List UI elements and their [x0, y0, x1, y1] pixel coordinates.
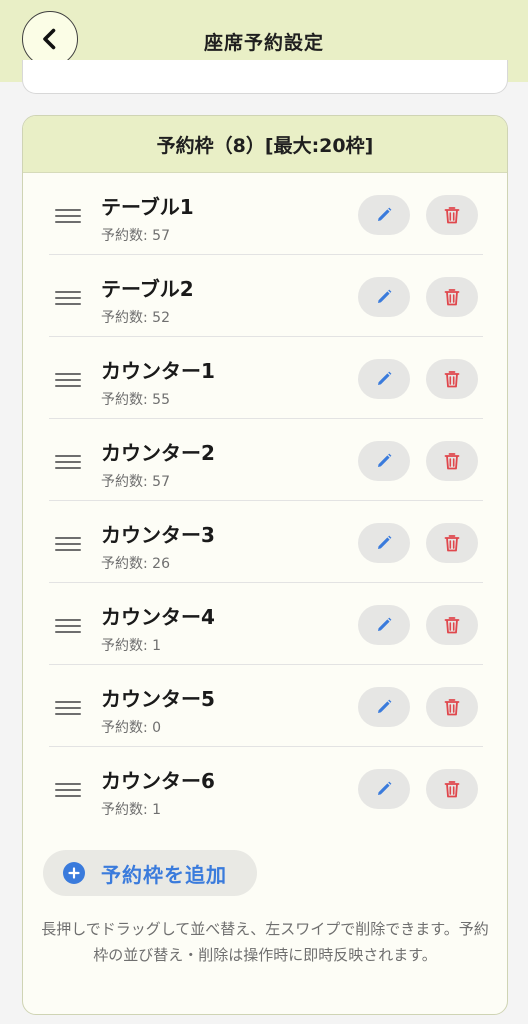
pencil-icon — [378, 289, 392, 303]
page-title: 座席予約設定 — [203, 32, 324, 54]
plus-circle-icon — [63, 862, 85, 884]
edit-slot-button[interactable] — [358, 605, 410, 645]
slot-row[interactable]: カウンター4 予約数: 1 — [49, 583, 483, 665]
slot-reservation-count: 予約数: 57 — [101, 228, 170, 244]
trash-icon — [444, 699, 460, 716]
slot-row[interactable]: カウンター5 予約数: 0 — [49, 665, 483, 747]
delete-slot-button[interactable] — [426, 195, 478, 235]
drag-handle-icon[interactable] — [55, 619, 81, 633]
slot-reservation-count: 予約数: 55 — [101, 392, 170, 408]
trash-icon — [444, 371, 460, 388]
slot-row[interactable]: カウンター2 予約数: 57 — [49, 419, 483, 501]
drag-handle-icon[interactable] — [55, 783, 81, 797]
slot-row[interactable]: カウンター1 予約数: 55 — [49, 337, 483, 419]
slot-reservation-count: 予約数: 57 — [101, 474, 170, 490]
pencil-icon — [378, 699, 392, 713]
drag-handle-icon[interactable] — [55, 209, 81, 223]
delete-slot-button[interactable] — [426, 523, 478, 563]
drag-handle-icon[interactable] — [55, 701, 81, 715]
edit-slot-button[interactable] — [358, 769, 410, 809]
pencil-icon — [378, 371, 392, 385]
edit-slot-button[interactable] — [358, 359, 410, 399]
trash-icon — [444, 617, 460, 634]
trash-icon — [444, 289, 460, 306]
previous-section-card — [22, 60, 508, 94]
help-text: 長押しでドラッグして並べ替え、左スワイプで削除できます。予約枠の並び替え・削除は… — [41, 920, 489, 964]
slot-row[interactable]: カウンター3 予約数: 26 — [49, 501, 483, 583]
slots-card: 予約枠（8）[最大:20枠] テーブル1 予約数: 57 テーブル2 予約数: … — [22, 115, 508, 1015]
slot-reservation-count: 予約数: 1 — [101, 638, 162, 654]
pencil-icon — [378, 535, 392, 549]
delete-slot-button[interactable] — [426, 605, 478, 645]
slot-reservation-count: 予約数: 26 — [101, 556, 170, 572]
trash-icon — [444, 535, 460, 552]
delete-slot-button[interactable] — [426, 687, 478, 727]
drag-handle-icon[interactable] — [55, 455, 81, 469]
delete-slot-button[interactable] — [426, 441, 478, 481]
slots-card-title: 予約枠（8）[最大:20枠] — [23, 116, 507, 173]
trash-icon — [444, 781, 460, 798]
drag-handle-icon[interactable] — [55, 537, 81, 551]
add-slot-label: 予約枠を追加 — [101, 862, 227, 887]
trash-icon — [444, 453, 460, 470]
slot-reservation-count: 予約数: 52 — [101, 310, 170, 326]
edit-slot-button[interactable] — [358, 523, 410, 563]
slot-name: カウンター2 — [101, 441, 215, 465]
slot-name: カウンター5 — [101, 687, 215, 711]
slot-name: カウンター4 — [101, 605, 215, 629]
slot-row[interactable]: テーブル2 予約数: 52 — [49, 255, 483, 337]
delete-slot-button[interactable] — [426, 769, 478, 809]
slot-row[interactable]: テーブル1 予約数: 57 — [49, 173, 483, 255]
delete-slot-button[interactable] — [426, 359, 478, 399]
edit-slot-button[interactable] — [358, 277, 410, 317]
pencil-icon — [378, 781, 392, 795]
drag-handle-icon[interactable] — [55, 373, 81, 387]
slot-list: テーブル1 予約数: 57 テーブル2 予約数: 52 カウンター1 予約数: … — [23, 173, 507, 828]
drag-handle-icon[interactable] — [55, 291, 81, 305]
edit-slot-button[interactable] — [358, 195, 410, 235]
pencil-icon — [378, 207, 392, 221]
slot-name: テーブル1 — [101, 195, 194, 219]
pencil-icon — [378, 453, 392, 467]
slot-name: カウンター3 — [101, 523, 215, 547]
add-slot-button[interactable]: 予約枠を追加 — [43, 850, 257, 896]
slot-row[interactable]: カウンター6 予約数: 1 — [49, 747, 483, 828]
pencil-icon — [378, 617, 392, 631]
slot-name: カウンター1 — [101, 359, 215, 383]
slot-name: カウンター6 — [101, 769, 215, 793]
edit-slot-button[interactable] — [358, 687, 410, 727]
slot-reservation-count: 予約数: 1 — [101, 802, 162, 818]
slot-name: テーブル2 — [101, 277, 194, 301]
edit-slot-button[interactable] — [358, 441, 410, 481]
slot-reservation-count: 予約数: 0 — [101, 720, 162, 736]
delete-slot-button[interactable] — [426, 277, 478, 317]
trash-icon — [444, 207, 460, 224]
